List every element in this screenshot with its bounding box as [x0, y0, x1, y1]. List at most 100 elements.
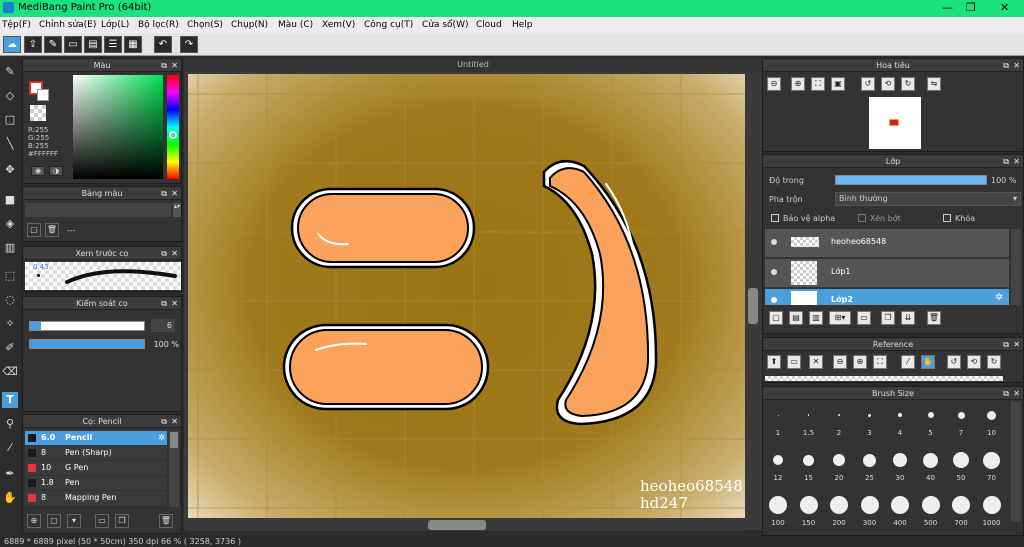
- float-icon[interactable]: ⧉: [161, 297, 167, 310]
- palette-scroll[interactable]: ▴▾: [173, 203, 181, 217]
- brush-size-slider[interactable]: [29, 321, 145, 331]
- ref-reset-icon[interactable]: ⟲: [967, 355, 981, 369]
- add-layer-menu-icon[interactable]: ⊞▾: [829, 311, 851, 325]
- add-brush-icon[interactable]: ⊕: [27, 514, 41, 528]
- float-icon[interactable]: ⧉: [161, 415, 167, 428]
- layer-row-selected[interactable]: Lớp2 ✲: [765, 289, 1009, 305]
- background-swatch[interactable]: [37, 89, 49, 101]
- ref-hand-icon[interactable]: ✋: [921, 355, 935, 369]
- text-tool-icon[interactable]: T: [2, 392, 18, 408]
- brush-size-option[interactable]: 400: [886, 493, 914, 531]
- ref-zoom-out-icon[interactable]: ⊖: [833, 355, 847, 369]
- zoom-out-icon[interactable]: ⊖: [767, 77, 781, 91]
- float-icon[interactable]: ⧉: [161, 187, 167, 200]
- close-icon[interactable]: ✕: [1013, 59, 1020, 72]
- menu-select[interactable]: Chọn(S): [187, 20, 223, 30]
- hand-tool-icon[interactable]: ✋: [2, 490, 18, 506]
- navigator-thumbnail[interactable]: [869, 97, 921, 149]
- menu-help[interactable]: Help: [512, 20, 533, 30]
- palette-swatches[interactable]: [25, 203, 171, 217]
- float-icon[interactable]: ⧉: [1003, 338, 1009, 351]
- eyedropper-tool-icon[interactable]: ⁄: [2, 440, 18, 456]
- brush-size-option[interactable]: 1.5: [795, 403, 823, 441]
- brush-size-option[interactable]: 500: [917, 493, 945, 531]
- brush-item[interactable]: 10 G Pen: [25, 461, 167, 475]
- float-icon[interactable]: ⧉: [1003, 387, 1009, 400]
- rectangle-tool-icon[interactable]: □: [2, 112, 18, 128]
- new-brush-icon[interactable]: ▢: [47, 514, 61, 528]
- float-icon[interactable]: ⧉: [161, 247, 167, 260]
- brush-opacity-slider[interactable]: [29, 339, 145, 349]
- delete-brush-icon[interactable]: 🗑: [159, 514, 173, 528]
- brush-menu-icon[interactable]: ▾: [67, 514, 81, 528]
- brush-size-option[interactable]: 300: [856, 493, 884, 531]
- swap-mini-icon[interactable]: ◑: [49, 166, 63, 176]
- close-icon[interactable]: ✕: [171, 187, 178, 200]
- comment-icon[interactable]: ✎: [44, 36, 62, 53]
- eye-icon[interactable]: [771, 297, 777, 303]
- brush-list-scrollbar[interactable]: [169, 431, 179, 507]
- clipping-checkbox[interactable]: [858, 214, 866, 222]
- duplicate-icon[interactable]: ❐: [115, 514, 129, 528]
- grid-icon[interactable]: ▦: [124, 36, 142, 53]
- horizontal-scrollbar[interactable]: [188, 519, 745, 531]
- fit-icon[interactable]: ⛶: [811, 77, 825, 91]
- brush-size-option[interactable]: 15: [795, 448, 823, 486]
- fill-rect-tool-icon[interactable]: ■: [2, 192, 18, 208]
- folder-icon[interactable]: ▭: [95, 514, 109, 528]
- gradient-tool-icon[interactable]: ▥: [2, 240, 18, 256]
- menu-color[interactable]: Màu (C): [278, 20, 313, 30]
- dropper-tool-icon[interactable]: ✒: [2, 466, 18, 482]
- merge-layer-icon[interactable]: ⇊: [901, 311, 915, 325]
- flip-icon[interactable]: ⇋: [927, 77, 941, 91]
- rotate-right-icon[interactable]: ↻: [901, 77, 915, 91]
- menu-layer[interactable]: Lớp(L): [101, 20, 129, 30]
- gear-icon[interactable]: ✲: [995, 292, 1003, 303]
- menu-snap[interactable]: Chụp(N): [231, 20, 268, 30]
- brush-size-option[interactable]: 5: [917, 403, 945, 441]
- delete-layer-icon[interactable]: 🗑: [927, 311, 941, 325]
- close-icon[interactable]: ✕: [171, 247, 178, 260]
- brush-size-scrollbar[interactable]: [1011, 401, 1021, 521]
- brush-size-option[interactable]: 1: [764, 403, 792, 441]
- speech-icon[interactable]: ▭: [64, 36, 82, 53]
- minimize-button[interactable]: —: [942, 1, 953, 14]
- close-icon[interactable]: ✕: [1013, 338, 1020, 351]
- brush-size-option[interactable]: 50: [947, 448, 975, 486]
- brush-size-option[interactable]: 200: [825, 493, 853, 531]
- menu-cloud[interactable]: Cloud: [476, 20, 502, 30]
- ref-close-icon[interactable]: ✕: [809, 355, 823, 369]
- eye-icon[interactable]: [771, 239, 777, 245]
- line-tool-icon[interactable]: ╲: [2, 136, 18, 152]
- select-eraser-tool-icon[interactable]: ⌫: [2, 364, 18, 380]
- magic-wand-tool-icon[interactable]: ✧: [2, 316, 18, 332]
- document-tab[interactable]: Untitled: [184, 58, 762, 72]
- float-icon[interactable]: ⧉: [161, 59, 167, 72]
- layer-opacity-slider[interactable]: [835, 175, 987, 185]
- brush-size-option[interactable]: 70: [978, 448, 1006, 486]
- hue-handle[interactable]: [169, 131, 177, 139]
- select-tool-icon[interactable]: ⬚: [2, 268, 18, 284]
- eyedropper-mini-icon[interactable]: ◉: [31, 166, 45, 176]
- brush-size-option[interactable]: 25: [856, 448, 884, 486]
- layer-scrollbar[interactable]: [1011, 229, 1021, 305]
- menu-file[interactable]: Tệp(F): [2, 20, 31, 30]
- layer-folder-icon[interactable]: ▭: [857, 311, 871, 325]
- transparent-swatch[interactable]: [30, 105, 46, 121]
- close-icon[interactable]: ✕: [171, 59, 178, 72]
- layer-row[interactable]: Lớp1: [765, 259, 1009, 287]
- brush-tool-icon[interactable]: ✎: [2, 64, 18, 80]
- menu-filter[interactable]: Bộ lọc(R): [138, 20, 179, 30]
- duplicate-layer-icon[interactable]: ❐: [881, 311, 895, 325]
- close-icon[interactable]: ✕: [171, 297, 178, 310]
- export-icon[interactable]: ⇪: [24, 36, 42, 53]
- brush-size-option[interactable]: 10: [978, 403, 1006, 441]
- brush-size-option[interactable]: 3: [856, 403, 884, 441]
- blend-mode-select[interactable]: Bình thường ▾: [835, 192, 1021, 206]
- menu-tools[interactable]: Công cụ(T): [364, 20, 413, 30]
- ref-folder-icon[interactable]: ▭: [787, 355, 801, 369]
- float-icon[interactable]: ⧉: [1003, 155, 1009, 168]
- menu-view[interactable]: Xem(V): [322, 20, 355, 30]
- brush-size-option[interactable]: 20: [825, 448, 853, 486]
- lasso-tool-icon[interactable]: ◌: [2, 292, 18, 308]
